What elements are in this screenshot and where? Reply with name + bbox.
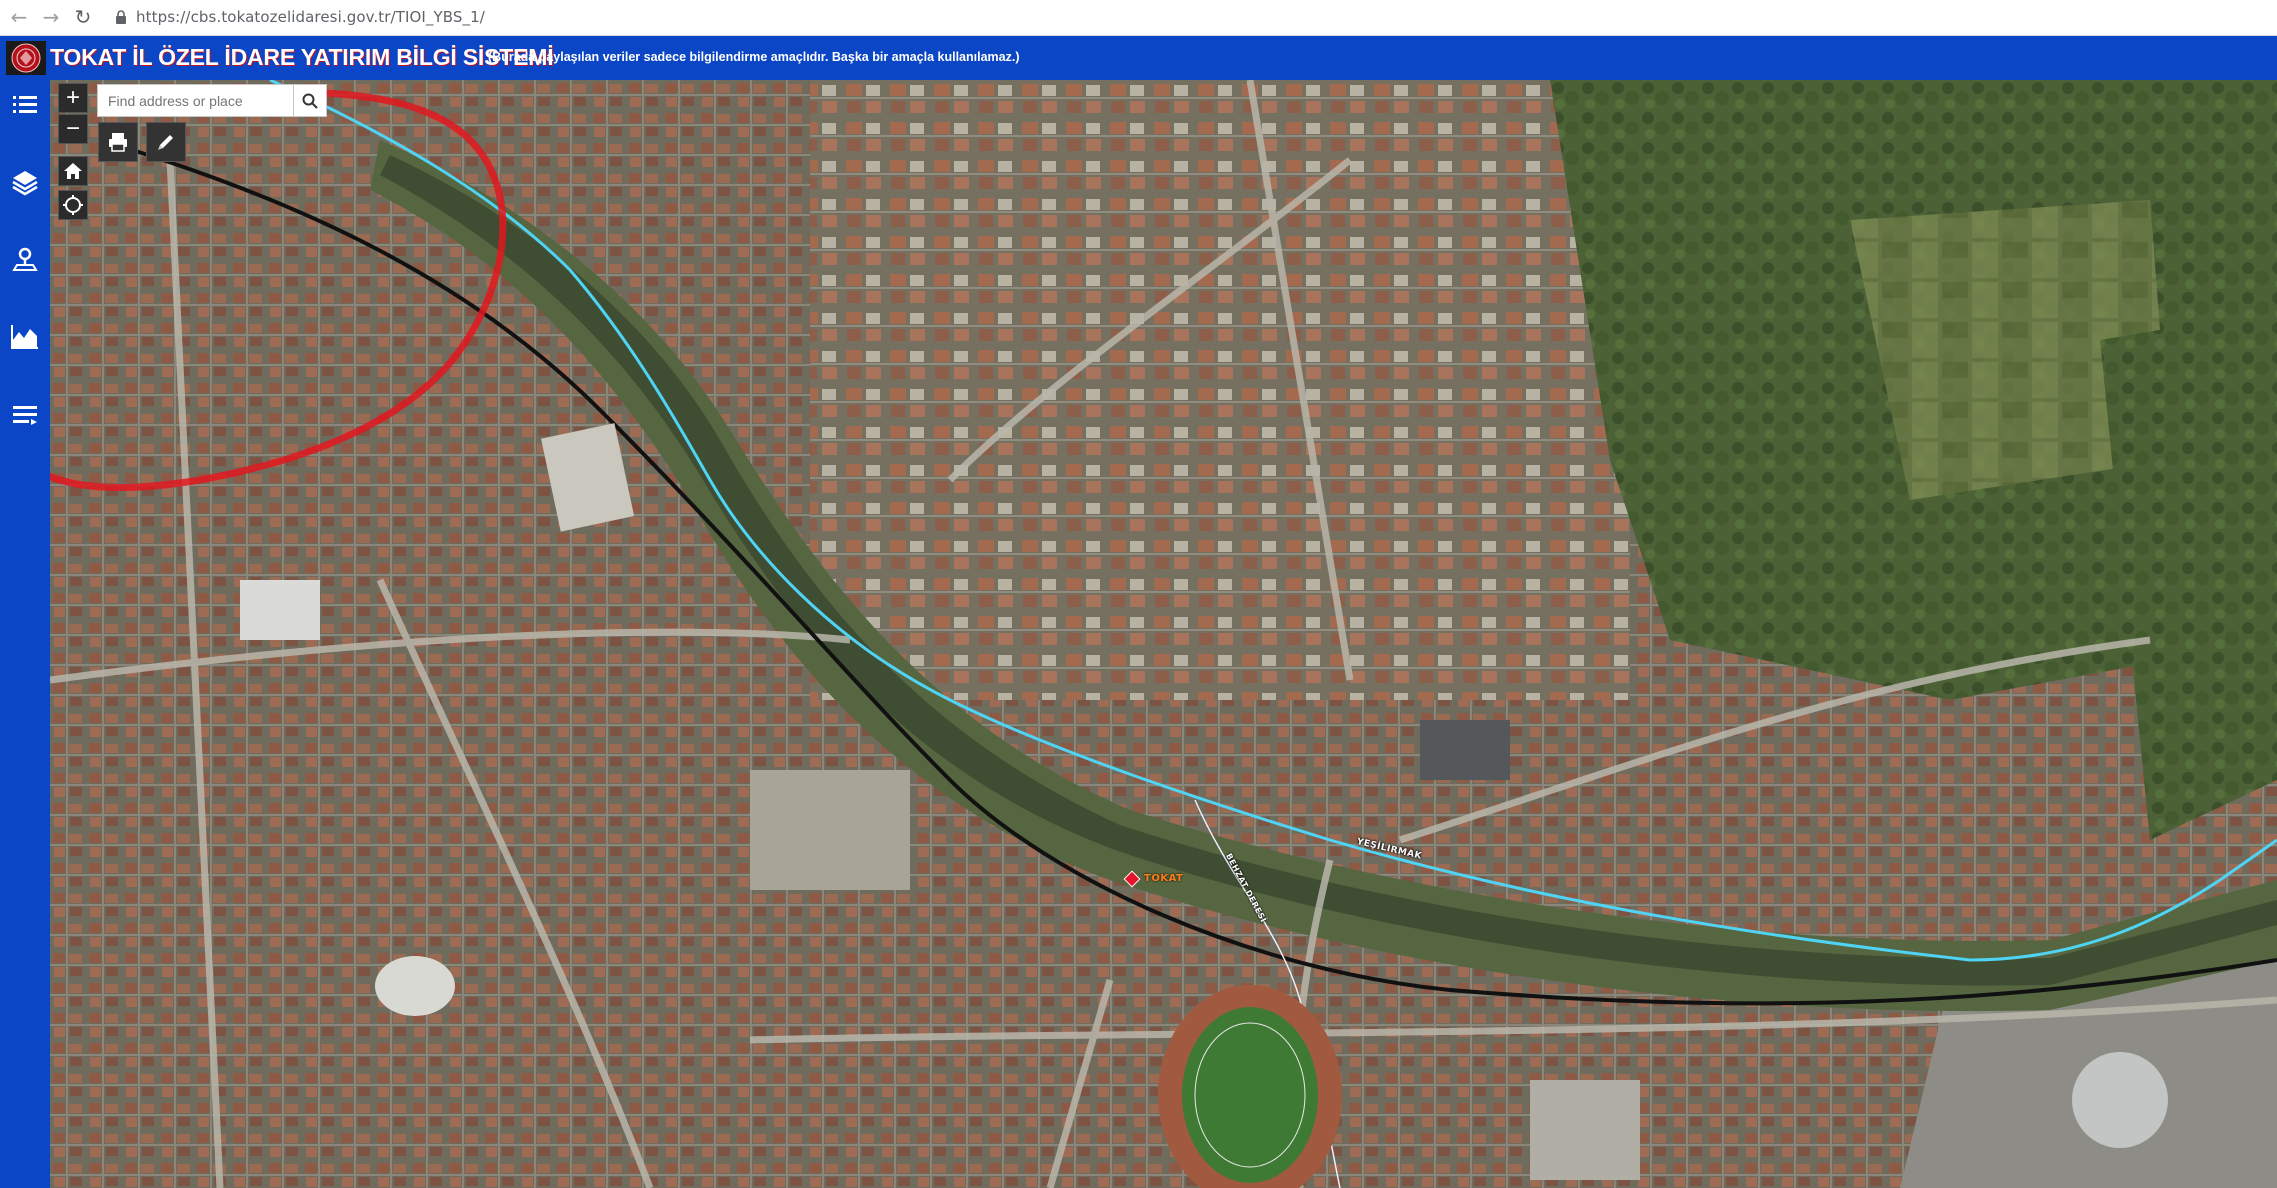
lock-icon — [116, 10, 126, 24]
crosshair-icon — [63, 195, 83, 215]
satellite-imagery — [50, 80, 2277, 1188]
arrow-left-icon[interactable]: ← — [8, 6, 30, 28]
list-icon[interactable] — [9, 88, 41, 120]
zoom-out-button[interactable]: − — [58, 114, 88, 144]
printer-icon — [109, 133, 127, 152]
address-bar-url[interactable]: https://cbs.tokatozelidaresi.gov.tr/TIOI… — [136, 8, 485, 26]
map-view[interactable]: TOKAT YEŞİLIRMAK BEHZAT DERESİ + − — [50, 80, 2277, 1188]
sidebar — [0, 80, 50, 1188]
location-pin-icon[interactable] — [9, 243, 41, 275]
reload-icon[interactable]: ↻ — [72, 6, 94, 28]
logo-icon — [6, 41, 46, 75]
zoom-in-button[interactable]: + — [58, 83, 88, 113]
city-label: TOKAT — [1144, 873, 1184, 884]
print-button[interactable] — [98, 122, 138, 162]
pencil-icon — [158, 135, 173, 150]
arrow-right-icon[interactable]: → — [40, 6, 62, 28]
layers-icon[interactable] — [9, 166, 41, 198]
disclaimer-text: (Burada paylaşılan veriler sadece bilgil… — [488, 50, 1020, 64]
draw-button[interactable] — [146, 122, 186, 162]
search-input[interactable] — [98, 85, 294, 116]
app-header: TOKAT İL ÖZEL İDARE YATIRIM BİLGİ SİSTEM… — [0, 36, 2277, 80]
chart-area-icon[interactable] — [9, 320, 41, 352]
search-widget — [97, 84, 327, 117]
home-icon — [64, 163, 82, 179]
browser-toolbar: ← → ↻ https://cbs.tokatozelidaresi.gov.t… — [0, 0, 2277, 36]
legend-icon[interactable] — [9, 398, 41, 430]
home-button[interactable] — [58, 156, 88, 186]
search-button[interactable] — [293, 85, 326, 116]
search-icon — [302, 93, 318, 109]
app-title: TOKAT İL ÖZEL İDARE YATIRIM BİLGİ SİSTEM… — [50, 44, 554, 70]
locate-button[interactable] — [58, 190, 88, 220]
